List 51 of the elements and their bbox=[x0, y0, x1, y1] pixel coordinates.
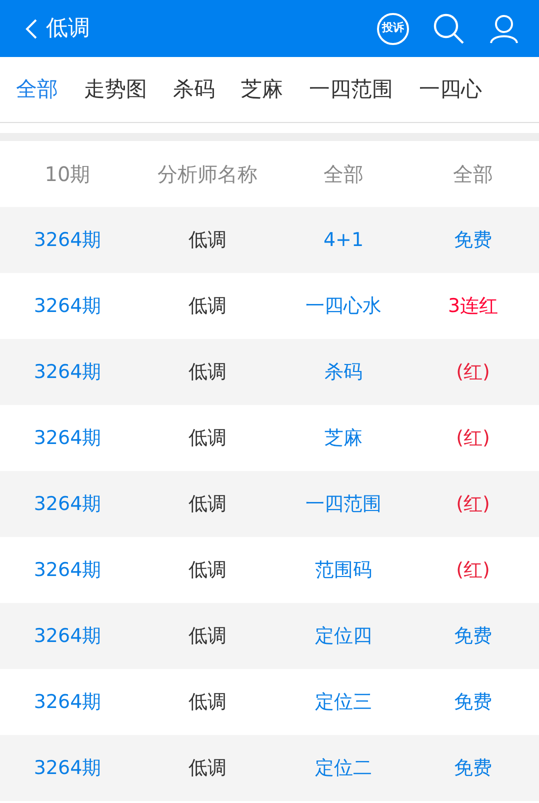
tab[interactable]: 杀码 bbox=[173, 74, 215, 106]
complaint-button[interactable]: 投诉 bbox=[377, 12, 409, 44]
result-text: 免费 bbox=[454, 690, 492, 713]
tab[interactable]: 一四心 bbox=[419, 74, 482, 106]
result-text: (红) bbox=[456, 360, 490, 383]
result-text: (红) bbox=[456, 492, 490, 515]
analyst-name: 低调 bbox=[188, 690, 226, 713]
tab[interactable]: 全部 bbox=[16, 74, 58, 106]
analyst-name: 低调 bbox=[188, 558, 226, 581]
analyst-name: 低调 bbox=[188, 228, 226, 251]
analyst-name: 低调 bbox=[188, 756, 226, 779]
result-text: 免费 bbox=[454, 756, 492, 779]
column-header[interactable]: 全部 bbox=[324, 162, 364, 186]
category-link[interactable]: 杀码 bbox=[324, 360, 362, 383]
issue-text: 3264期 bbox=[34, 294, 102, 317]
page-title: 低调 bbox=[46, 15, 90, 43]
category-link[interactable]: 范围码 bbox=[315, 558, 372, 581]
search-icon[interactable] bbox=[433, 12, 465, 44]
analyst-name: 低调 bbox=[188, 426, 226, 449]
analyst-name: 低调 bbox=[188, 360, 226, 383]
analyst-name: 低调 bbox=[188, 492, 226, 515]
issue-text: 3264期 bbox=[34, 360, 102, 383]
tab[interactable]: 一四范围 bbox=[309, 74, 393, 106]
column-header: 分析师名称 bbox=[158, 162, 258, 186]
issue-text: 3264期 bbox=[34, 624, 102, 647]
category-link[interactable]: 定位二 bbox=[315, 756, 372, 779]
column-header: 10期 bbox=[44, 162, 90, 186]
category-link[interactable]: 定位三 bbox=[315, 690, 372, 713]
tab[interactable]: 走势图 bbox=[84, 74, 147, 106]
issue-text: 3264期 bbox=[34, 426, 102, 449]
result-text: (红) bbox=[456, 558, 490, 581]
issue-text: 3264期 bbox=[34, 690, 102, 713]
analyst-name: 低调 bbox=[188, 624, 226, 647]
result-text: (红) bbox=[456, 426, 490, 449]
issue-text: 3264期 bbox=[34, 756, 102, 779]
result-text: 免费 bbox=[454, 228, 492, 251]
category-link[interactable]: 一四心水 bbox=[306, 294, 382, 317]
category-link[interactable]: 芝麻 bbox=[324, 426, 362, 449]
back-icon[interactable] bbox=[24, 18, 38, 40]
tab[interactable]: 芝麻 bbox=[241, 74, 283, 106]
user-icon[interactable] bbox=[489, 14, 519, 44]
issue-text: 3264期 bbox=[34, 228, 102, 251]
analyst-name: 低调 bbox=[188, 294, 226, 317]
category-link[interactable]: 定位四 bbox=[315, 624, 372, 647]
result-text: 3连红 bbox=[448, 294, 498, 317]
result-text: 免费 bbox=[454, 624, 492, 647]
category-link[interactable]: 一四范围 bbox=[306, 492, 382, 515]
category-link[interactable]: 4+1 bbox=[323, 228, 364, 251]
column-header[interactable]: 全部 bbox=[453, 162, 493, 186]
issue-text: 3264期 bbox=[34, 492, 102, 515]
issue-text: 3264期 bbox=[34, 558, 102, 581]
